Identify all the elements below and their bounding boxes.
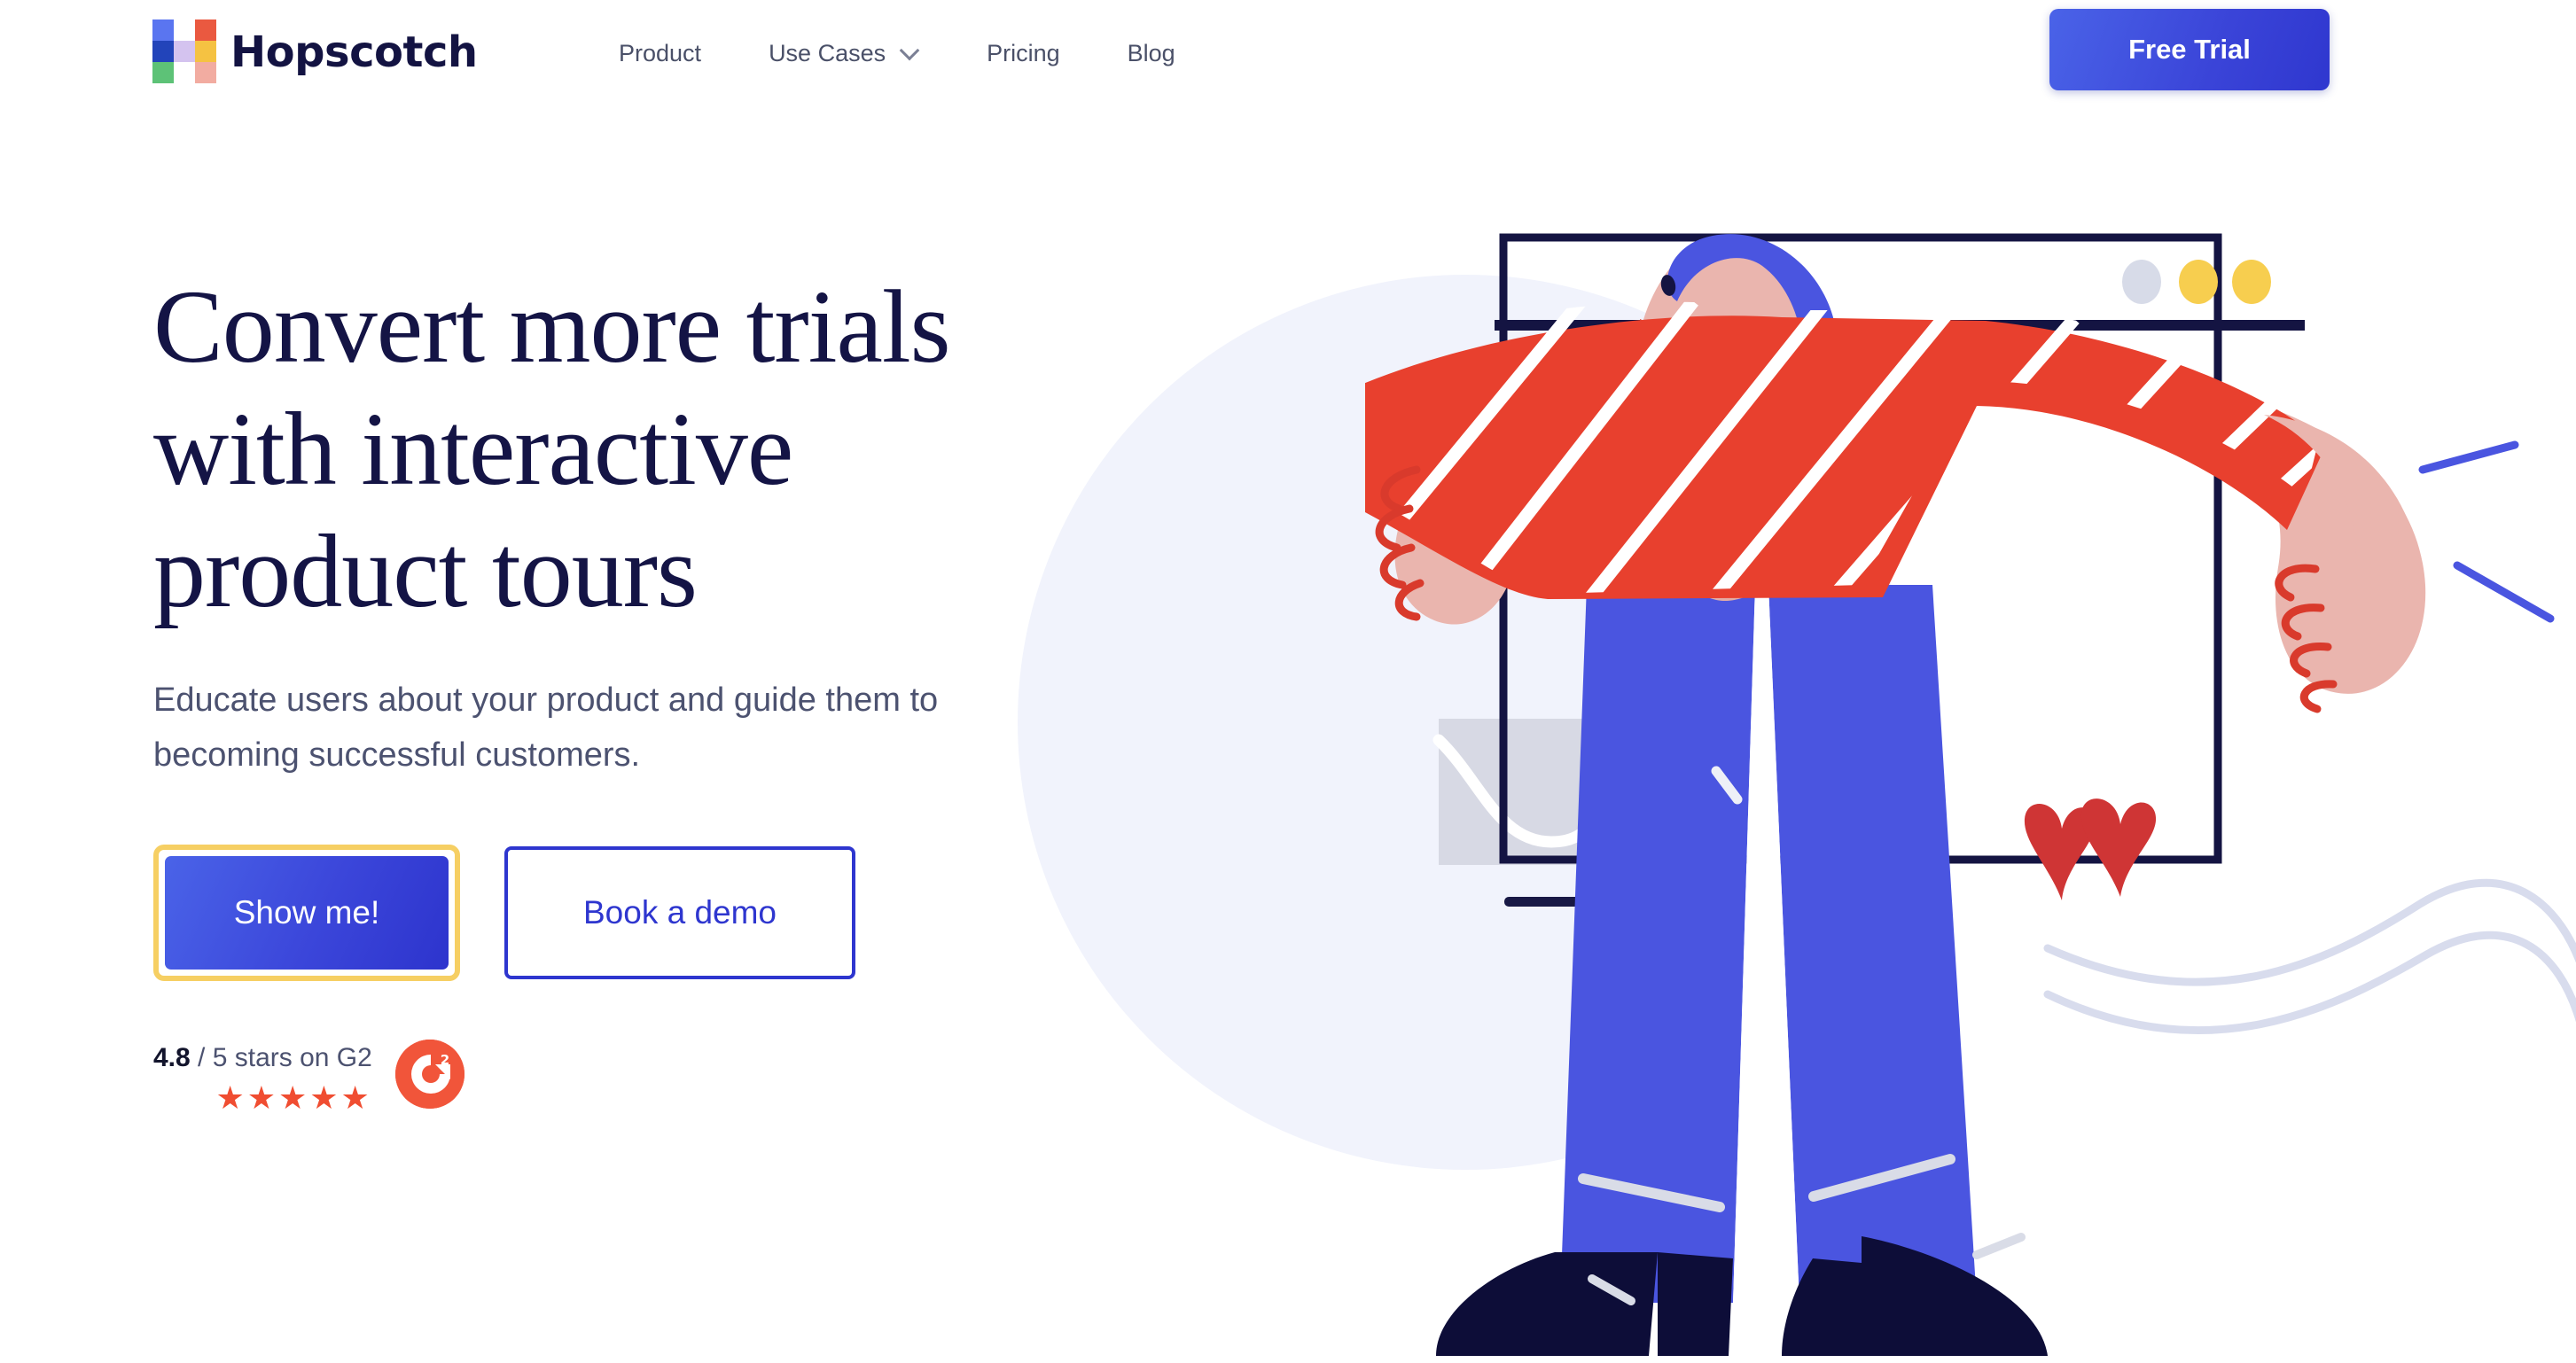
hero-content: Convert more trials with interactive pro…	[153, 266, 1261, 1114]
hero-illustration	[1365, 204, 2576, 1363]
window-dot-yellow-2	[2232, 260, 2271, 304]
site-header: Hopscotch Product Use Cases Pricing Blog…	[0, 0, 2576, 105]
chevron-down-icon	[902, 43, 919, 60]
brand-logo-link[interactable]: Hopscotch	[152, 18, 478, 85]
rating-score: 4.8	[153, 1043, 191, 1073]
nav-item-label: Use Cases	[769, 40, 886, 66]
show-me-button[interactable]: Show me!	[165, 856, 449, 970]
nav-item-use-cases[interactable]: Use Cases	[735, 30, 953, 76]
window-dot-yellow-1	[2179, 260, 2218, 304]
hero-cta-row: Show me! Book a demo	[153, 845, 1261, 982]
hero-subheading: Educate users about your product and gui…	[153, 682, 939, 774]
nav-item-product[interactable]: Product	[585, 30, 735, 76]
page-title: Convert more trials with interactive pro…	[153, 269, 951, 630]
hopscotch-grid-logo-icon	[152, 19, 216, 83]
decorative-lines-right	[2418, 440, 2555, 623]
book-a-demo-button[interactable]: Book a demo	[504, 846, 855, 980]
hearts-decoration	[2024, 798, 2157, 900]
nav-item-blog[interactable]: Blog	[1094, 30, 1209, 76]
wave-decoration	[2043, 878, 2576, 1034]
rating-suffix: / 5 stars on G2	[190, 1043, 372, 1073]
main-navigation: Product Use Cases Pricing Blog	[585, 30, 1209, 76]
nav-item-label: Pricing	[987, 40, 1060, 66]
free-trial-button[interactable]: Free Trial	[2049, 9, 2330, 90]
rating-line: 4.8 / 5 stars on G2	[153, 1041, 372, 1075]
rating-text-block: 4.8 / 5 stars on G2 ★★★★★	[153, 1038, 372, 1114]
nav-item-pricing[interactable]: Pricing	[953, 30, 1094, 76]
svg-text:2: 2	[441, 1052, 449, 1068]
window-dot-gray	[2122, 260, 2161, 304]
nav-item-label: Product	[619, 40, 702, 66]
rating-stars: ★★★★★	[215, 1079, 372, 1116]
g2-logo-icon: 2	[394, 1040, 464, 1110]
landing-page: Hopscotch Product Use Cases Pricing Blog…	[0, 0, 2576, 1363]
nav-item-label: Blog	[1127, 40, 1175, 66]
brand-name: Hopscotch	[230, 27, 478, 77]
g2-rating: 4.8 / 5 stars on G2 ★★★★★ 2	[153, 1038, 1261, 1114]
show-me-focus-ring: Show me!	[153, 845, 460, 982]
